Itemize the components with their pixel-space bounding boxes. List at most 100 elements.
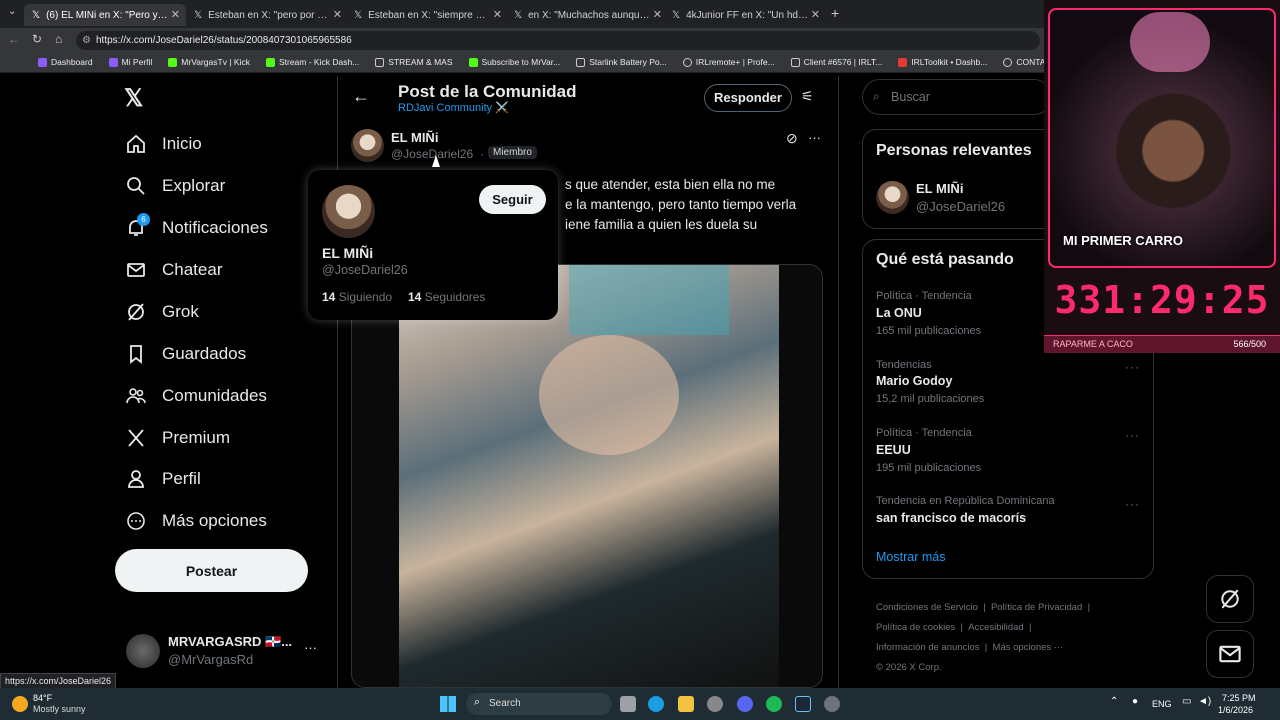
spotify-icon[interactable] [766, 696, 782, 712]
url-field[interactable]: ⚙ https://x.com/JoseDariel26/status/20084… [76, 31, 1040, 50]
nav-mas-opciones[interactable]: Más opciones [126, 511, 267, 531]
new-tab-icon[interactable]: + [831, 5, 839, 21]
hovercard-handle[interactable]: @JoseDariel26 [322, 263, 408, 277]
discord-icon[interactable] [737, 696, 753, 712]
footer-link[interactable]: Política de cookies [876, 622, 955, 633]
account-switcher[interactable]: MRVARGASRD 🇩🇴... @MrVargasRd ··· [124, 632, 324, 672]
nav-perfil[interactable]: Perfil [126, 469, 201, 489]
goal-progress: 566/500 [1233, 339, 1266, 349]
footer-link[interactable]: Política de Privacidad [991, 602, 1082, 613]
bookmark-label: IRLToolkit • Dashb... [911, 57, 988, 67]
follow-button[interactable]: Seguir [479, 185, 546, 214]
footer-link[interactable]: Más opciones ··· [993, 642, 1064, 653]
nav-inicio[interactable]: Inicio [126, 134, 202, 154]
back-icon[interactable]: ← [8, 32, 20, 46]
community-link[interactable]: RDJavi Community ⚔️ [398, 101, 509, 114]
steam-icon[interactable] [795, 696, 811, 712]
edge-icon[interactable] [648, 696, 664, 712]
mail-icon [1219, 645, 1241, 663]
hovercard-avatar[interactable] [322, 185, 375, 238]
bookmark-item[interactable]: Stream - Kick Dash... [265, 57, 359, 67]
followers-label: Seguidores [424, 290, 486, 304]
browser-tab-1[interactable]: 𝕏 (6) EL MIÑi en X: "Pero y Pamela no✕ [24, 4, 186, 26]
bookmark-item[interactable]: Client #6576 | IRLT... [790, 57, 882, 67]
messages-fab[interactable] [1206, 630, 1254, 678]
volume-icon[interactable]: ◄) [1198, 696, 1211, 707]
home-icon [127, 134, 145, 153]
bookmark-item[interactable]: Dashboard [38, 57, 93, 67]
file-explorer-icon[interactable] [678, 696, 694, 712]
more-dots-icon[interactable]: ··· [304, 640, 317, 655]
bookmark-item[interactable]: IRLToolkit • Dashb... [898, 57, 987, 67]
nav-chatear[interactable]: Chatear [126, 260, 222, 280]
tray-chevron-icon[interactable]: ⌃ [1110, 696, 1118, 707]
close-icon[interactable]: ✕ [171, 8, 180, 21]
more-dots-icon[interactable]: ··· [1125, 497, 1140, 511]
relevant-handle[interactable]: @JoseDariel26 [916, 199, 1005, 214]
grok-fab[interactable] [1206, 575, 1254, 623]
relevant-avatar[interactable] [876, 181, 909, 214]
trend-name[interactable]: EEUU [876, 443, 911, 457]
nav-guardados[interactable]: Guardados [126, 344, 246, 364]
footer-link[interactable]: Accesibilidad [968, 622, 1023, 633]
task-view-icon[interactable] [620, 696, 636, 712]
reply-button[interactable]: Responder [704, 84, 792, 112]
grok-icon[interactable]: ⊘ [786, 130, 798, 147]
x-logo-icon[interactable]: 𝕏 [124, 84, 143, 113]
search-icon: ⌕ [873, 89, 880, 103]
back-arrow-icon[interactable]: ← [352, 86, 370, 107]
following-count: 14 [322, 290, 336, 304]
tab-list-chevron-icon[interactable]: ⌄ [8, 6, 16, 17]
clock-date[interactable]: 1/6/2026 [1218, 705, 1253, 715]
author-avatar[interactable] [351, 129, 384, 162]
browser-tab-4[interactable]: 𝕏en X: "Muchachos aunque a m✕ [506, 4, 668, 26]
nav-premium[interactable]: Premium [126, 428, 230, 448]
bookmark-item[interactable]: STREAM & MAS [375, 57, 453, 67]
nav-explorar[interactable]: Explorar [126, 176, 225, 196]
language-indicator[interactable]: ENG [1152, 699, 1172, 709]
more-dots-icon[interactable]: ··· [808, 130, 821, 145]
footer-link[interactable]: Condiciones de Servicio [876, 602, 978, 613]
bookmark-item[interactable]: Starlink Battery Po... [576, 57, 667, 67]
close-icon[interactable]: ✕ [653, 8, 662, 21]
browser-tab-5[interactable]: 𝕏 4kJunior FF en X: "Un hdpt facto✕ [664, 4, 826, 26]
home-icon[interactable]: ⌂ [55, 32, 62, 46]
trend-name[interactable]: Mario Godoy [876, 374, 952, 388]
windows-start-icon[interactable] [440, 696, 456, 712]
taskbar-search[interactable]: ⌕ Search [466, 693, 612, 715]
show-more-link[interactable]: Mostrar más [876, 550, 945, 564]
close-icon[interactable]: ✕ [811, 8, 820, 21]
trend-name[interactable]: La ONU [876, 306, 922, 320]
nav-grok[interactable]: Grok [126, 302, 199, 322]
network-icon[interactable]: ▭ [1182, 696, 1191, 707]
bookmark-item[interactable]: Subscribe to MrVar... [468, 57, 560, 67]
browser-tab-3[interactable]: 𝕏 Esteban en X: "siempre diré que el✕ [346, 4, 508, 26]
followers-stat[interactable]: 14 Seguidores [408, 290, 485, 304]
following-stat[interactable]: 14 Siguiendo [322, 290, 392, 304]
app-icon[interactable] [707, 696, 723, 712]
weather-icon[interactable] [12, 696, 28, 712]
trend-name[interactable]: san francisco de macorís [876, 511, 1026, 525]
site-info-icon[interactable]: ⚙ [82, 31, 91, 50]
clock-time[interactable]: 7:25 PM [1222, 693, 1256, 703]
close-icon[interactable]: ✕ [333, 8, 342, 21]
more-dots-icon[interactable]: ··· [1125, 360, 1140, 374]
microphone-icon[interactable]: ● [1132, 696, 1138, 707]
post-media-frame[interactable] [351, 264, 823, 688]
nav-comunidades[interactable]: Comunidades [126, 386, 267, 406]
relevant-name[interactable]: EL MIÑi [916, 181, 963, 196]
browser-tab-2[interactable]: 𝕏 Esteban en X: "pero por qué crees✕ [186, 4, 348, 26]
author-name[interactable]: EL MIÑi [391, 130, 438, 145]
close-icon[interactable]: ✕ [493, 8, 502, 21]
bookmark-item[interactable]: Mi Perfil [108, 57, 152, 67]
more-dots-icon[interactable]: ··· [1125, 428, 1140, 442]
reload-icon[interactable]: ↻ [32, 32, 42, 46]
bookmark-item[interactable]: IRLremote+ | Profe... [682, 57, 775, 67]
bookmark-item[interactable]: MrVargasTv | Kick [168, 57, 250, 67]
footer-link[interactable]: Información de anuncios [876, 642, 980, 653]
hovercard-name[interactable]: EL MIÑi [322, 245, 373, 261]
filter-sliders-icon[interactable]: ⚟ [801, 88, 814, 105]
post-button[interactable]: Postear [115, 549, 308, 592]
settings-gear-icon[interactable] [824, 696, 840, 712]
search-box[interactable]: ⌕ Buscar [862, 79, 1052, 115]
